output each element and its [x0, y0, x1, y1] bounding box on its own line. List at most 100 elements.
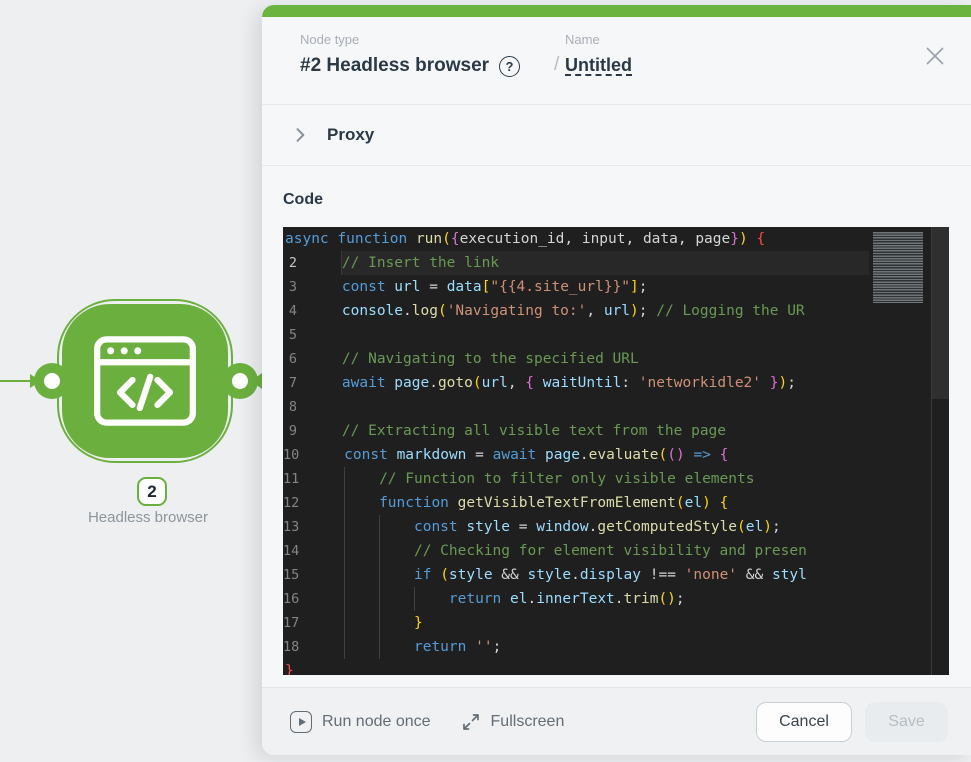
proxy-section-label: Proxy [327, 125, 374, 145]
code-segment: page [545, 443, 580, 467]
code-line-text: return ''; [309, 635, 869, 659]
save-button[interactable]: Save [865, 702, 948, 742]
code-segment: ( [473, 371, 482, 395]
indent-guide [379, 611, 414, 635]
code-segment: function [379, 491, 458, 515]
indent-guide [309, 443, 344, 467]
code-segment: // Insert the link [342, 251, 499, 275]
code-line-text: const style = window.getComputedStyle(el… [309, 515, 869, 539]
connection-arrow-clipped-icon [251, 373, 262, 389]
indent-guide [309, 587, 344, 611]
code-segment: . [580, 443, 589, 467]
editor-minimap[interactable] [869, 227, 931, 675]
node-number-badge: 2 [137, 477, 167, 506]
fullscreen-button[interactable]: Fullscreen [461, 712, 565, 732]
code-segment: el [685, 491, 702, 515]
code-segment: url [604, 299, 630, 323]
code-segment: = [466, 443, 492, 467]
indent-guide [344, 467, 379, 491]
line-number: 10 [283, 443, 309, 467]
close-button[interactable] [920, 41, 950, 71]
indent-guide [379, 539, 414, 563]
code-segment: log [412, 299, 438, 323]
cancel-button[interactable]: Cancel [756, 702, 852, 742]
code-segment: !== [641, 563, 685, 587]
code-segment: ; [639, 275, 648, 299]
code-segment: } [770, 371, 779, 395]
run-node-once-button[interactable]: Run node once [290, 711, 431, 733]
code-line-text: function getVisibleTextFromElement(el) { [309, 491, 869, 515]
code-line: 13const style = window.getComputedStyle(… [283, 515, 869, 539]
code-line-text: async function run({execution_id, input,… [285, 227, 869, 251]
run-node-once-label: Run node once [322, 713, 431, 731]
code-segment: { [720, 491, 729, 515]
line-number: 16 [283, 587, 309, 611]
code-segment: if [414, 563, 431, 587]
node-type-label: Node type [300, 32, 359, 47]
code-segment: , [508, 371, 525, 395]
code-segment: await [342, 371, 394, 395]
code-segment: ; [787, 371, 796, 395]
connection-line [0, 380, 34, 382]
proxy-section-toggle[interactable]: Proxy [262, 104, 971, 166]
indent-guide [309, 611, 344, 635]
node-name-field[interactable]: Untitled [565, 55, 632, 76]
line-number: 5 [283, 323, 307, 347]
code-segment: goto [438, 371, 473, 395]
code-segment: ) [778, 371, 787, 395]
code-segment: () [658, 587, 675, 611]
browser-code-icon [93, 335, 197, 427]
line-number: 7 [283, 371, 307, 395]
code-segment: const [414, 515, 466, 539]
code-line-text: // Extracting all visible text from the … [307, 419, 869, 443]
code-segment: { [756, 227, 765, 251]
code-line: async function run({execution_id, input,… [283, 227, 869, 251]
code-segment: , [586, 299, 603, 323]
code-segment: ( [659, 443, 668, 467]
code-segment: ) [739, 227, 748, 251]
indent-guide [309, 515, 344, 539]
code-line-text: // Checking for element visibility and p… [309, 539, 869, 563]
node-body[interactable] [62, 304, 228, 458]
code-segment: . [403, 299, 412, 323]
node-type-value: #2 Headless browser [300, 55, 489, 77]
indent-guide [344, 539, 379, 563]
code-segment: await [493, 443, 545, 467]
code-line-text: const url = data["{{4.site_url}}"]; [307, 275, 869, 299]
code-segment: ) [702, 491, 711, 515]
code-line: 6// Navigating to the specified URL [283, 347, 869, 371]
code-segment: ( [676, 491, 685, 515]
indent-guide [414, 587, 449, 611]
code-segment [685, 443, 694, 467]
code-segment: el [746, 515, 763, 539]
editor-scrollbar-track[interactable] [932, 227, 949, 675]
indent-guide [344, 587, 379, 611]
code-segment: ; [639, 299, 656, 323]
code-editor[interactable]: async function run({execution_id, input,… [283, 227, 949, 675]
current-line-highlight: // Insert the link [342, 251, 869, 275]
line-number: 13 [283, 515, 309, 539]
fullscreen-icon [461, 712, 481, 732]
code-segment: : [621, 371, 638, 395]
line-number: 12 [283, 491, 309, 515]
code-segment: 'networkidle2' [639, 371, 761, 395]
code-segment: return [449, 587, 501, 611]
code-segment: display [580, 563, 641, 587]
code-segment: innerText [536, 587, 615, 611]
code-line: 17} [283, 611, 869, 635]
code-line: 16return el.innerText.trim(); [283, 587, 869, 611]
indent-guide [307, 419, 342, 443]
code-line: } [283, 659, 869, 675]
help-icon[interactable]: ? [499, 56, 520, 77]
node-input-port-dot [44, 373, 60, 389]
indent-guide [344, 635, 379, 659]
code-segment: async function [285, 227, 416, 251]
code-line: 3const url = data["{{4.site_url}}"]; [283, 275, 869, 299]
editor-scrollbar-slider[interactable] [932, 227, 949, 399]
line-number: 9 [283, 419, 307, 443]
node-title-label: Headless browser [23, 509, 273, 526]
code-segment: ( [442, 227, 451, 251]
node-output-port-dot [232, 373, 248, 389]
code-line: 4console.log('Navigating to:', url); // … [283, 299, 869, 323]
code-segment: . [571, 563, 580, 587]
